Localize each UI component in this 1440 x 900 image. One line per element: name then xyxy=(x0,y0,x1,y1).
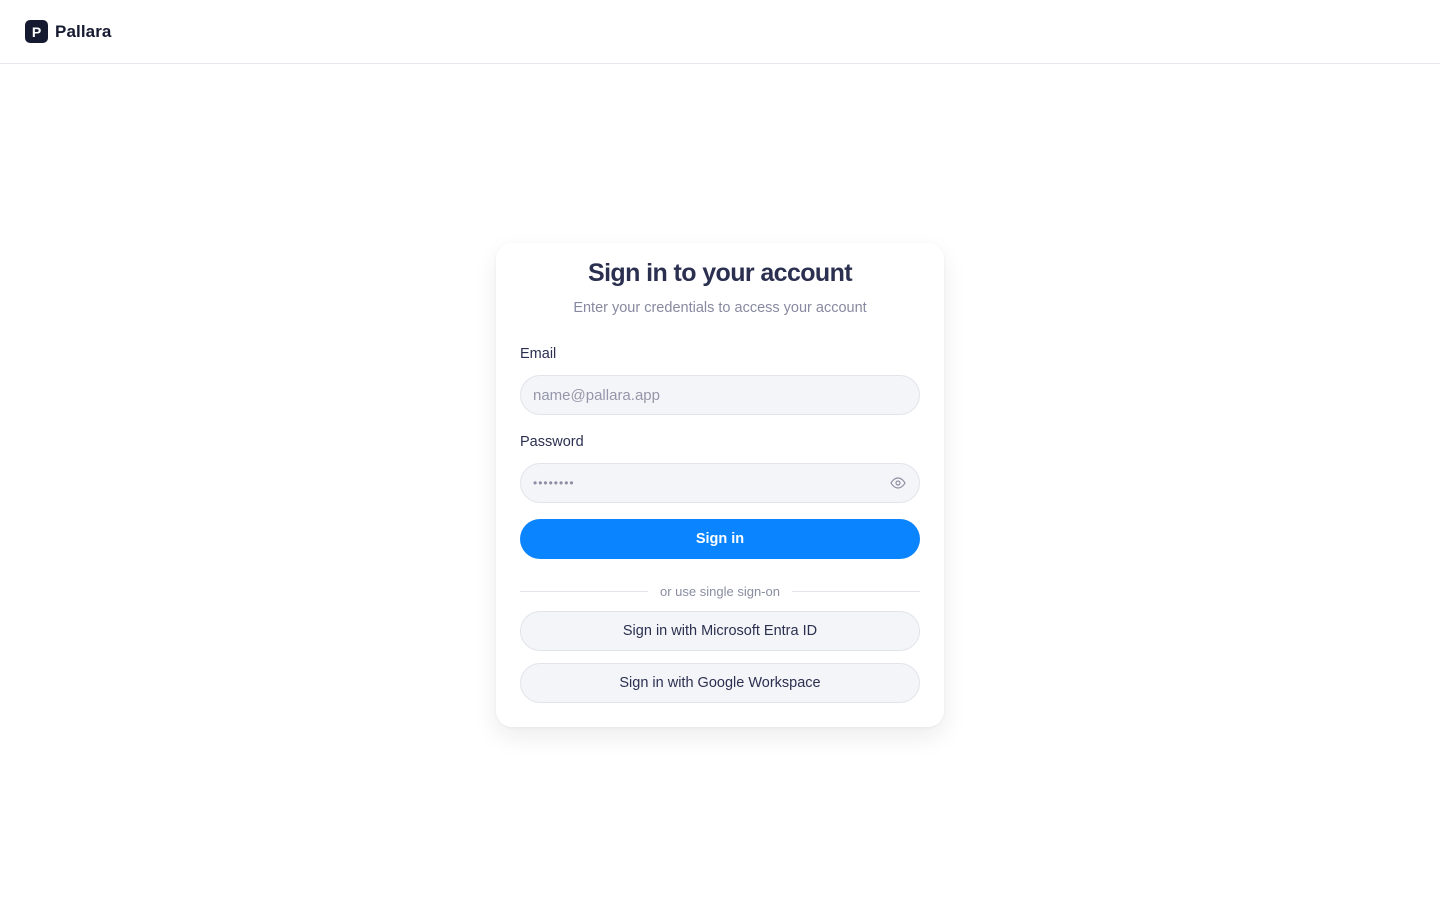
eye-icon[interactable] xyxy=(889,474,907,492)
email-label: Email xyxy=(520,346,557,362)
logo-icon[interactable]: P xyxy=(25,20,48,43)
sign-in-button[interactable]: Sign in xyxy=(520,519,920,559)
logo-letter: P xyxy=(31,23,42,40)
divider-text: or use single sign-on xyxy=(660,583,780,599)
email-field-container[interactable] xyxy=(520,375,920,415)
divider-line-right xyxy=(791,590,920,592)
password-field[interactable]: •••••••• xyxy=(520,463,920,503)
page-title: Sign in to your account xyxy=(588,259,853,287)
signin-card: Sign in to your account Enter your crede… xyxy=(496,243,944,727)
password-label: Password xyxy=(520,434,584,450)
microsoft-sso-button[interactable]: Sign in with Microsoft Entra ID xyxy=(520,611,920,651)
password-masked-value[interactable]: •••••••• xyxy=(533,476,889,490)
google-sso-button[interactable]: Sign in with Google Workspace xyxy=(520,663,920,703)
sso-divider: or use single sign-on xyxy=(520,581,920,601)
page-subtitle: Enter your credentials to access your ac… xyxy=(573,300,867,316)
brand-name[interactable]: Pallara xyxy=(55,22,111,42)
divider-line-left xyxy=(520,590,649,592)
top-bar: P Pallara xyxy=(0,0,1440,64)
email-field[interactable] xyxy=(533,386,907,404)
